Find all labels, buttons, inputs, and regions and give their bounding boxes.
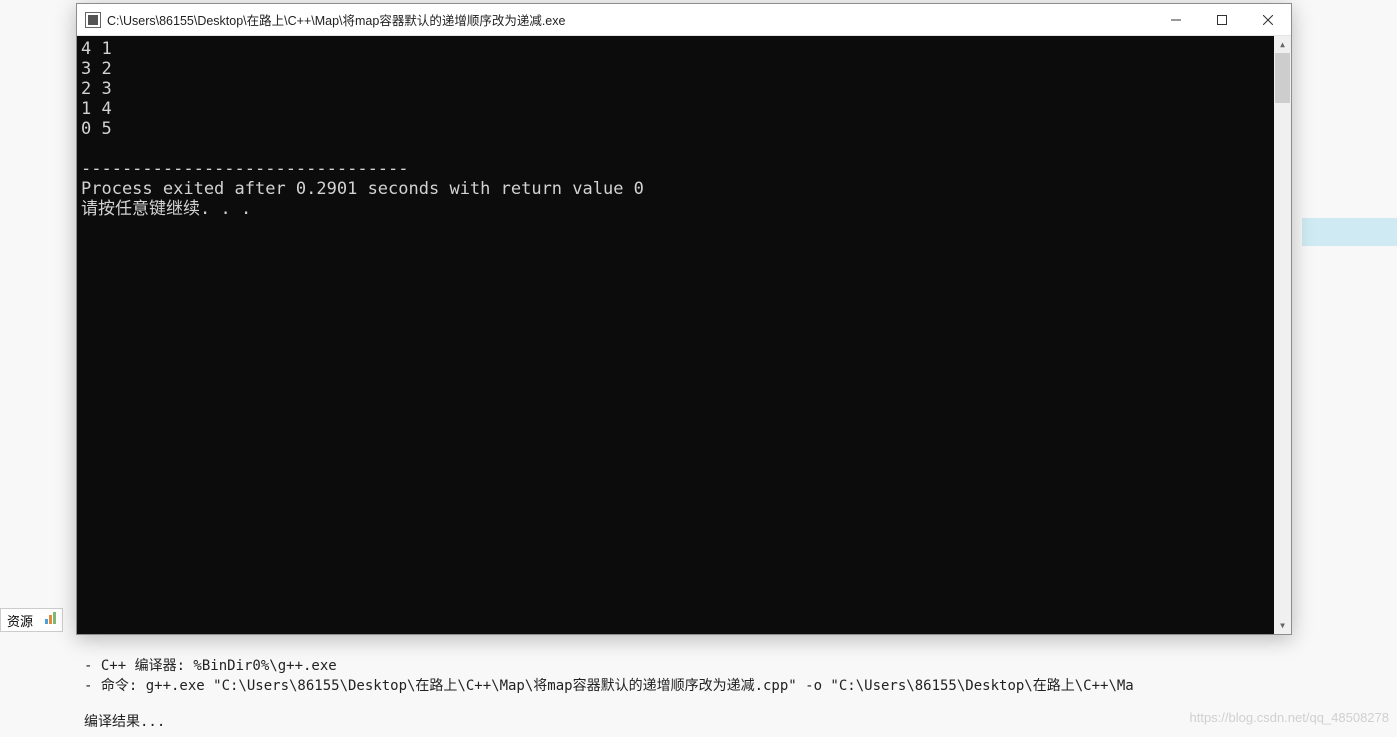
app-icon xyxy=(85,12,101,28)
compiler-line: 编译结果... xyxy=(84,714,165,730)
highlight-strip xyxy=(1302,218,1397,246)
vertical-scrollbar[interactable]: ▲ ▼ xyxy=(1274,36,1291,634)
scroll-down-arrow-icon[interactable]: ▼ xyxy=(1274,617,1291,634)
resource-tab[interactable]: 资源 xyxy=(1,609,39,632)
console-line: 0 5 xyxy=(81,119,112,139)
console-window: C:\Users\86155\Desktop\在路上\C++\Map\将map容… xyxy=(76,3,1292,635)
watermark-text: https://blog.csdn.net/qq_48508278 xyxy=(1190,710,1390,725)
minimize-button[interactable] xyxy=(1153,4,1199,35)
bar-chart-icon xyxy=(45,612,56,624)
close-button[interactable] xyxy=(1245,4,1291,35)
maximize-button[interactable] xyxy=(1199,4,1245,35)
compiler-line: -------- xyxy=(84,731,151,737)
console-line: -------------------------------- xyxy=(81,159,409,179)
scrollbar-thumb[interactable] xyxy=(1275,53,1290,103)
console-line: 请按任意键继续. . . xyxy=(81,199,251,219)
console-output[interactable]: 4 1 3 2 2 3 1 4 0 5 --------------------… xyxy=(77,36,1291,634)
window-title: C:\Users\86155\Desktop\在路上\C++\Map\将map容… xyxy=(107,10,1153,29)
close-icon xyxy=(1263,15,1273,25)
console-line: Process exited after 0.2901 seconds with… xyxy=(81,179,644,199)
minimize-icon xyxy=(1171,15,1181,25)
chart-tab-icon[interactable] xyxy=(39,610,62,630)
maximize-icon xyxy=(1217,15,1227,25)
titlebar[interactable]: C:\Users\86155\Desktop\在路上\C++\Map\将map容… xyxy=(77,4,1291,36)
compiler-line: - 命令: g++.exe "C:\Users\86155\Desktop\在路… xyxy=(84,678,1134,694)
console-line: 3 2 xyxy=(81,59,112,79)
compiler-line: - C++ 编译器: %BinDir0%\g++.exe xyxy=(84,658,337,674)
window-controls xyxy=(1153,4,1291,35)
console-line: 2 3 xyxy=(81,79,112,99)
resource-tab-group: 资源 xyxy=(0,608,63,632)
console-line: 1 4 xyxy=(81,99,112,119)
console-line: 4 1 xyxy=(81,39,112,59)
scroll-up-arrow-icon[interactable]: ▲ xyxy=(1274,36,1291,53)
